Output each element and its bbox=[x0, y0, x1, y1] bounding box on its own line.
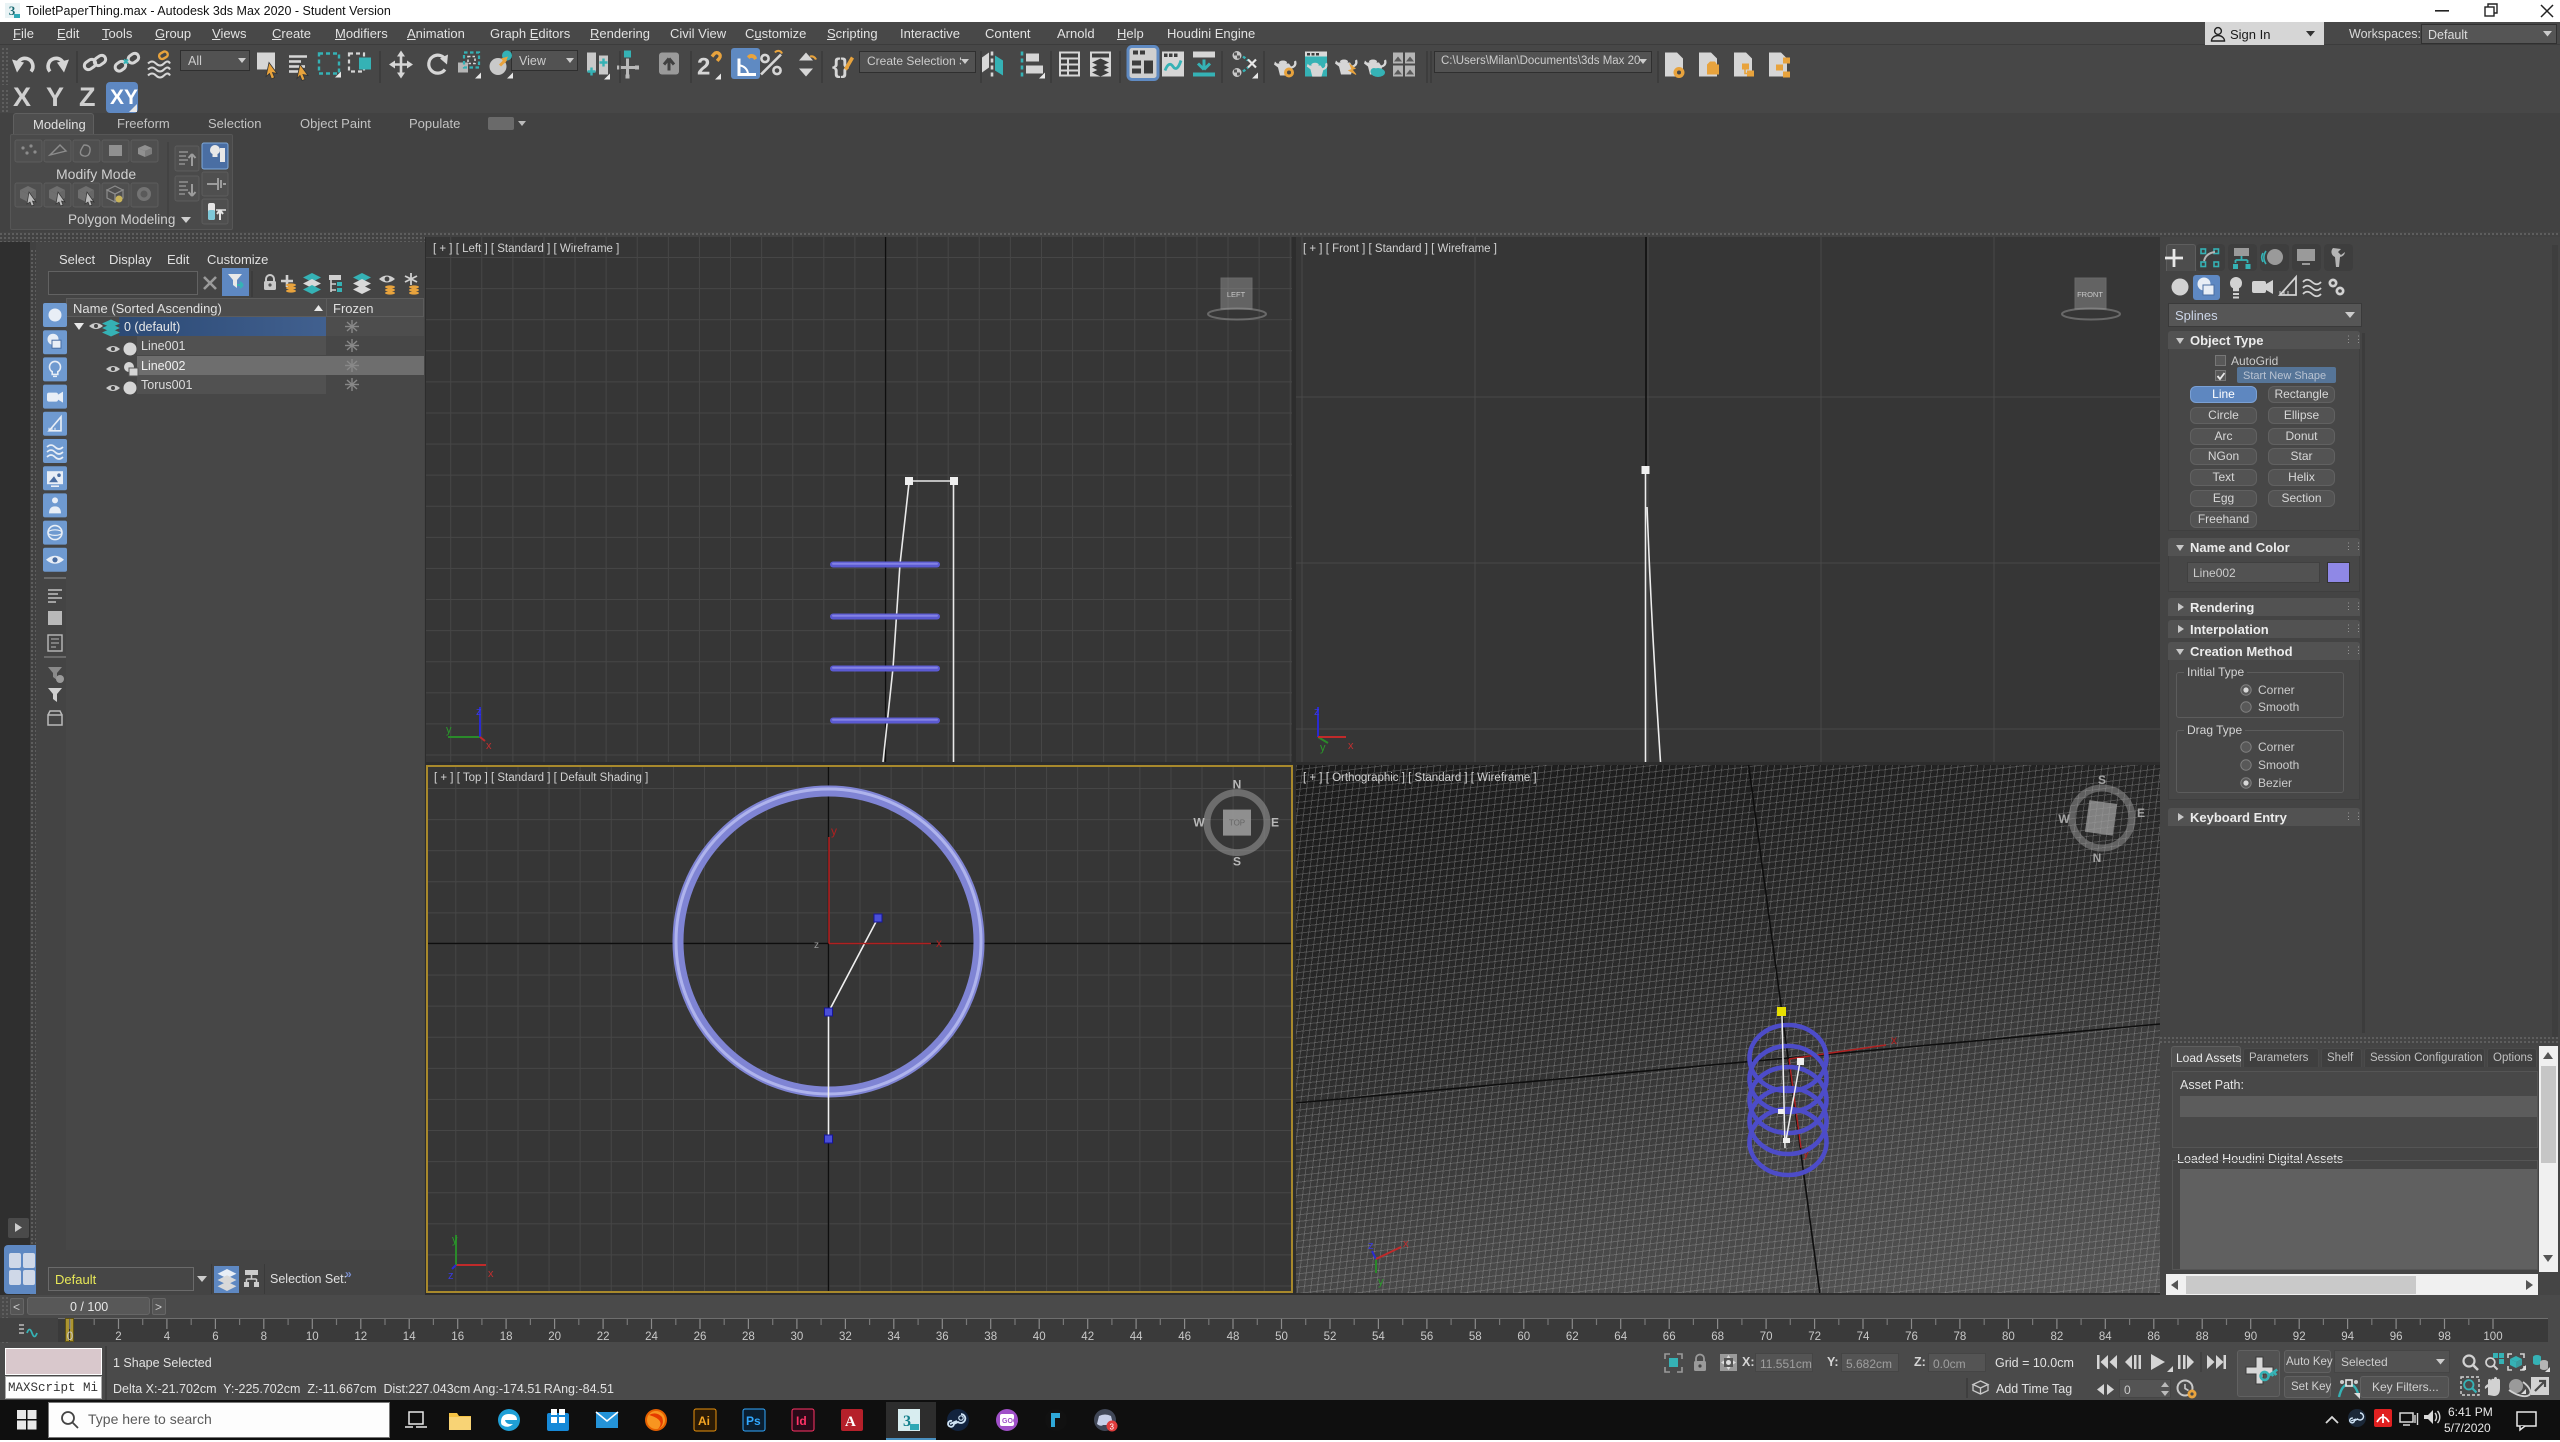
svg-text:W: W bbox=[1193, 816, 1205, 830]
svg-text:y: y bbox=[1320, 742, 1326, 754]
svg-text:42: 42 bbox=[1081, 1331, 1094, 1343]
svg-text:22: 22 bbox=[597, 1331, 610, 1343]
svg-text:60: 60 bbox=[1517, 1331, 1530, 1343]
svg-text:88: 88 bbox=[2196, 1331, 2209, 1343]
svg-text:32: 32 bbox=[839, 1331, 852, 1343]
svg-text:58: 58 bbox=[1469, 1331, 1482, 1343]
svg-text:z: z bbox=[448, 1270, 454, 1282]
svg-text:0: 0 bbox=[67, 1331, 73, 1343]
svg-text:86: 86 bbox=[2147, 1331, 2160, 1343]
svg-text:x: x bbox=[1348, 740, 1354, 752]
svg-text:80: 80 bbox=[2002, 1331, 2015, 1343]
svg-text:6: 6 bbox=[212, 1331, 218, 1343]
svg-text:52: 52 bbox=[1324, 1331, 1337, 1343]
svg-text:2: 2 bbox=[115, 1331, 121, 1343]
svg-text:x: x bbox=[1403, 1238, 1409, 1250]
svg-text:y: y bbox=[446, 724, 452, 736]
svg-text:78: 78 bbox=[1954, 1331, 1967, 1343]
svg-text:z: z bbox=[476, 706, 482, 718]
svg-text:3: 3 bbox=[1110, 1423, 1115, 1432]
svg-text:62: 62 bbox=[1566, 1331, 1579, 1343]
svg-text:92: 92 bbox=[2293, 1331, 2306, 1343]
svg-text:72: 72 bbox=[1808, 1331, 1821, 1343]
svg-text:84: 84 bbox=[2099, 1331, 2112, 1343]
svg-text:12: 12 bbox=[354, 1331, 367, 1343]
svg-text:14: 14 bbox=[403, 1331, 416, 1343]
svg-text:26: 26 bbox=[694, 1331, 707, 1343]
svg-text:48: 48 bbox=[1227, 1331, 1240, 1343]
svg-text:20: 20 bbox=[548, 1331, 561, 1343]
svg-text:x: x bbox=[486, 740, 492, 752]
svg-text:A: A bbox=[845, 1414, 856, 1430]
svg-text:LEFT: LEFT bbox=[1227, 290, 1246, 299]
svg-text:x: x bbox=[488, 1268, 494, 1280]
svg-text:3: 3 bbox=[903, 1413, 911, 1430]
svg-text:50: 50 bbox=[1275, 1331, 1288, 1343]
svg-text:96: 96 bbox=[2390, 1331, 2403, 1343]
svg-text:18: 18 bbox=[500, 1331, 513, 1343]
svg-text:E: E bbox=[2137, 806, 2145, 820]
svg-text:40: 40 bbox=[1033, 1331, 1046, 1343]
svg-text:16: 16 bbox=[451, 1331, 464, 1343]
svg-text:44: 44 bbox=[1130, 1331, 1143, 1343]
svg-text:76: 76 bbox=[1905, 1331, 1918, 1343]
svg-text:74: 74 bbox=[1857, 1331, 1870, 1343]
svg-text:54: 54 bbox=[1372, 1331, 1385, 1343]
svg-text:28: 28 bbox=[742, 1331, 755, 1343]
svg-text:Ps: Ps bbox=[746, 1414, 761, 1428]
svg-text:8: 8 bbox=[261, 1331, 267, 1343]
svg-text:GOG: GOG bbox=[1002, 1418, 1019, 1425]
svg-text:94: 94 bbox=[2341, 1331, 2354, 1343]
svg-text:66: 66 bbox=[1663, 1331, 1676, 1343]
svg-text:46: 46 bbox=[1178, 1331, 1191, 1343]
svg-text:z: z bbox=[1368, 1240, 1374, 1252]
svg-text:W: W bbox=[2058, 812, 2070, 826]
svg-text:10: 10 bbox=[306, 1331, 319, 1343]
svg-text:70: 70 bbox=[1760, 1331, 1773, 1343]
svg-text:64: 64 bbox=[1614, 1331, 1627, 1343]
svg-text:x: x bbox=[1891, 1033, 1897, 1047]
svg-text:36: 36 bbox=[936, 1331, 949, 1343]
svg-text:Ai: Ai bbox=[698, 1414, 710, 1428]
svg-text:y: y bbox=[1378, 1276, 1384, 1288]
svg-text:N: N bbox=[2093, 851, 2102, 865]
svg-text:z: z bbox=[1314, 706, 1320, 718]
svg-text:100: 100 bbox=[2483, 1331, 2502, 1343]
svg-text:z: z bbox=[814, 940, 819, 951]
svg-text:2: 2 bbox=[697, 54, 710, 81]
svg-text:56: 56 bbox=[1421, 1331, 1434, 1343]
svg-text:N: N bbox=[1233, 778, 1242, 792]
svg-text:y: y bbox=[831, 824, 837, 838]
svg-text:98: 98 bbox=[2438, 1331, 2451, 1343]
svg-text:30: 30 bbox=[791, 1331, 804, 1343]
svg-text:TOP: TOP bbox=[1229, 819, 1245, 828]
svg-text:82: 82 bbox=[2051, 1331, 2064, 1343]
svg-text:E: E bbox=[1271, 816, 1279, 830]
svg-text:y: y bbox=[452, 1234, 458, 1246]
svg-text:34: 34 bbox=[887, 1331, 900, 1343]
svg-text:Id: Id bbox=[796, 1414, 807, 1428]
svg-text:68: 68 bbox=[1711, 1331, 1724, 1343]
svg-text:38: 38 bbox=[984, 1331, 997, 1343]
svg-text:90: 90 bbox=[2244, 1331, 2257, 1343]
svg-text:S: S bbox=[1233, 855, 1241, 869]
svg-text:4: 4 bbox=[164, 1331, 171, 1343]
svg-text:x: x bbox=[936, 936, 942, 950]
svg-text:S: S bbox=[2098, 773, 2106, 787]
svg-text:FRONT: FRONT bbox=[2077, 290, 2103, 299]
svg-text:24: 24 bbox=[645, 1331, 658, 1343]
